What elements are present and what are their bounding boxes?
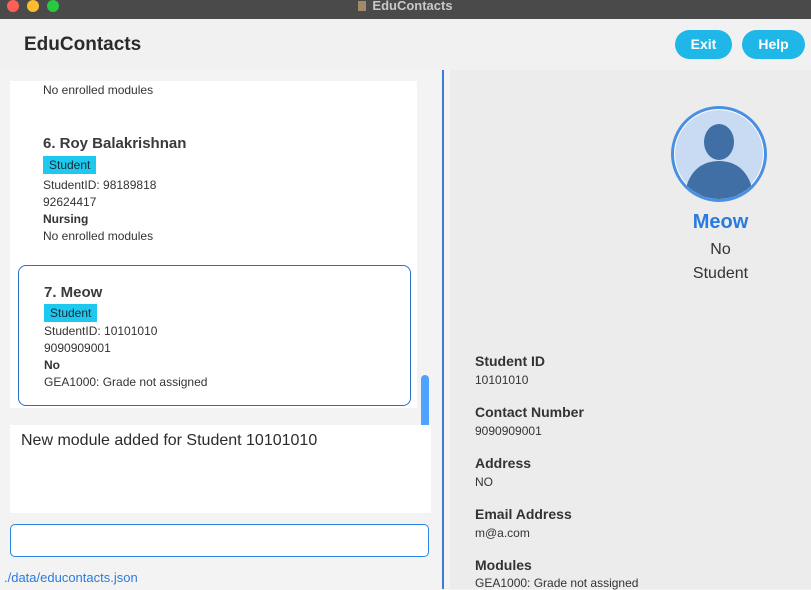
- field-label-modules: Modules: [475, 557, 532, 573]
- role-tag: Student: [44, 304, 98, 322]
- card-name: 6. Roy Balakrishnan: [43, 135, 187, 152]
- field-label-student-id: Student ID: [475, 353, 545, 369]
- exit-button[interactable]: Exit: [675, 30, 732, 59]
- card-address: Nursing: [43, 212, 89, 226]
- command-input[interactable]: [10, 524, 429, 557]
- card-student-id: StudentID: 98189818: [43, 178, 157, 192]
- field-value-email: m@a.com: [475, 526, 530, 540]
- field-value-student-id: 10101010: [475, 373, 529, 387]
- contact-list[interactable]: No enrolled modules 6. Roy Balakrishnan …: [10, 81, 417, 408]
- role-tag: Student: [43, 156, 97, 174]
- card-student-id: StudentID: 10101010: [44, 324, 158, 338]
- card-name: 7. Meow: [44, 284, 103, 301]
- window-title-text: EduContacts: [372, 0, 453, 13]
- app-icon: [358, 1, 367, 11]
- field-label-email: Email Address: [475, 506, 572, 522]
- app-header: EduContacts Exit Help: [0, 19, 811, 70]
- user-silhouette-icon: [675, 110, 763, 199]
- app-name: EduContacts: [24, 34, 142, 55]
- field-value-address: NO: [475, 475, 493, 489]
- details-pane: Meow No Student Student ID 10101010 Cont…: [450, 70, 811, 590]
- card-phone: 92624417: [43, 195, 97, 209]
- field-value-contact-number: 9090909001: [475, 424, 542, 438]
- field-value-modules: GEA1000: Grade not assigned: [475, 576, 639, 590]
- list-item[interactable]: 6. Roy Balakrishnan Student StudentID: 9…: [18, 131, 409, 251]
- card-phone: 9090909001: [44, 341, 111, 355]
- help-button[interactable]: Help: [742, 30, 805, 59]
- details-address-line: No: [710, 241, 731, 258]
- window-title: EduContacts: [0, 0, 811, 13]
- result-display: New module added for Student 10101010: [10, 425, 431, 513]
- card-modules: No enrolled modules: [43, 229, 154, 243]
- card-modules: GEA1000: Grade not assigned: [44, 375, 208, 389]
- pane-divider[interactable]: [442, 70, 444, 589]
- field-label-contact-number: Contact Number: [475, 404, 584, 420]
- details-role: Student: [692, 265, 749, 282]
- status-bar-path: ./data/educontacts.json: [4, 570, 138, 585]
- avatar: [671, 106, 767, 202]
- list-item-selected[interactable]: 7. Meow Student StudentID: 10101010 9090…: [18, 265, 411, 406]
- left-pane: No enrolled modules 6. Roy Balakrishnan …: [0, 70, 442, 589]
- title-bar: EduContacts: [0, 0, 811, 19]
- card-modules: No enrolled modules: [43, 83, 154, 97]
- result-message: New module added for Student 10101010: [21, 432, 318, 449]
- details-name: Meow: [692, 211, 749, 233]
- field-label-address: Address: [475, 455, 532, 471]
- card-address: No: [44, 358, 60, 372]
